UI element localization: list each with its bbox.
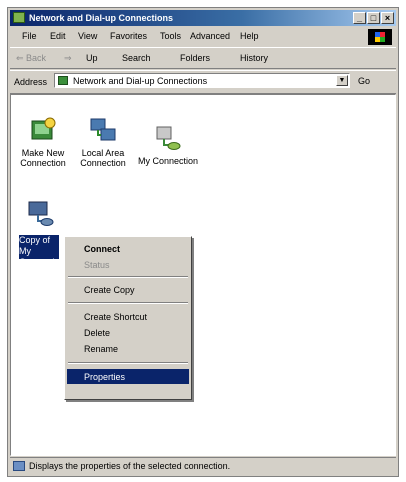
- menu-item-create-shortcut[interactable]: Create Shortcut: [67, 309, 189, 324]
- maximize-button[interactable]: □: [367, 12, 380, 24]
- make-new-connection-label-2: Connection: [20, 158, 66, 168]
- menu-item-connect[interactable]: Connect: [67, 241, 189, 256]
- menu-item-rename[interactable]: Rename: [67, 341, 189, 356]
- menu-favorites[interactable]: Favorites: [110, 31, 147, 41]
- local-area-connection-label: Local Area: [81, 148, 125, 158]
- minimize-button[interactable]: _: [353, 12, 366, 24]
- my-connection-item[interactable]: My Connection: [135, 123, 201, 166]
- network-folder-icon: [13, 12, 25, 23]
- menu-advanced[interactable]: Advanced: [190, 31, 230, 41]
- menu-separator: [68, 362, 188, 364]
- back-button[interactable]: ⇐ Back: [16, 53, 46, 64]
- copy-of-my-connection-item[interactable]: [21, 199, 61, 229]
- context-menu: Connect Status Create Copy Create Shortc…: [64, 236, 192, 400]
- dialup-connection-icon: [26, 199, 56, 229]
- address-label: Address: [14, 77, 48, 87]
- search-button[interactable]: Search: [122, 53, 151, 63]
- title-bar[interactable]: Network and Dial-up Connections _ □ ×: [10, 10, 396, 26]
- menu-file[interactable]: File: [22, 31, 37, 41]
- explorer-window: Network and Dial-up Connections _ □ × Fi…: [7, 7, 399, 477]
- menu-view[interactable]: View: [78, 31, 97, 41]
- delete-label: Delete: [84, 328, 111, 338]
- dialup-connection-icon: [153, 123, 183, 153]
- address-bar: Address Network and Dial-up Connections …: [10, 70, 396, 94]
- local-area-connection-item[interactable]: Local Area Connection: [73, 115, 133, 168]
- menu-item-create-copy[interactable]: Create Copy: [67, 282, 189, 297]
- status-text: Displays the properties of the selected …: [29, 461, 231, 471]
- menu-separator: [68, 276, 188, 278]
- history-button[interactable]: History: [240, 53, 268, 63]
- connect-label: Connect: [84, 244, 120, 254]
- my-connection-label: My Connection: [137, 156, 199, 166]
- selected-item-label[interactable]: Copy of My Connection: [19, 235, 59, 259]
- up-button[interactable]: Up: [86, 53, 98, 63]
- menu-help[interactable]: Help: [240, 31, 259, 41]
- properties-label: Properties: [84, 372, 126, 382]
- create-copy-label: Create Copy: [84, 285, 135, 295]
- make-new-connection-label: Make New: [21, 148, 65, 158]
- menu-item-delete[interactable]: Delete: [67, 325, 189, 340]
- menu-item-status: Status: [67, 257, 189, 272]
- network-folder-icon: [58, 76, 68, 85]
- go-button[interactable]: Go: [358, 76, 370, 86]
- lan-connection-icon: [88, 115, 118, 145]
- menu-bar: File Edit View Favorites Tools Advanced …: [10, 28, 396, 45]
- status-label: Status: [84, 260, 110, 270]
- address-dropdown-button[interactable]: ▼: [336, 75, 348, 86]
- address-field[interactable]: Network and Dial-up Connections ▼: [54, 73, 350, 88]
- menu-separator: [68, 302, 188, 304]
- make-new-connection-icon: [28, 115, 58, 145]
- rename-label: Rename: [84, 344, 119, 354]
- status-bar: Displays the properties of the selected …: [10, 457, 396, 474]
- menu-tools[interactable]: Tools: [160, 31, 181, 41]
- connection-status-icon: [13, 461, 25, 471]
- standard-toolbar: ⇐ Back ⇒ Up Search Folders History: [10, 47, 396, 69]
- close-button[interactable]: ×: [381, 12, 394, 24]
- window-title: Network and Dial-up Connections: [29, 13, 174, 23]
- create-shortcut-label: Create Shortcut: [84, 312, 148, 322]
- menu-edit[interactable]: Edit: [50, 31, 66, 41]
- forward-button[interactable]: ⇒: [64, 53, 72, 64]
- folders-button[interactable]: Folders: [180, 53, 210, 63]
- menu-item-properties[interactable]: Properties: [67, 369, 189, 384]
- make-new-connection-item[interactable]: Make New Connection: [13, 115, 73, 168]
- windows-logo-icon: [368, 29, 392, 45]
- address-value: Network and Dial-up Connections: [73, 76, 208, 86]
- local-area-connection-label-2: Connection: [80, 158, 126, 168]
